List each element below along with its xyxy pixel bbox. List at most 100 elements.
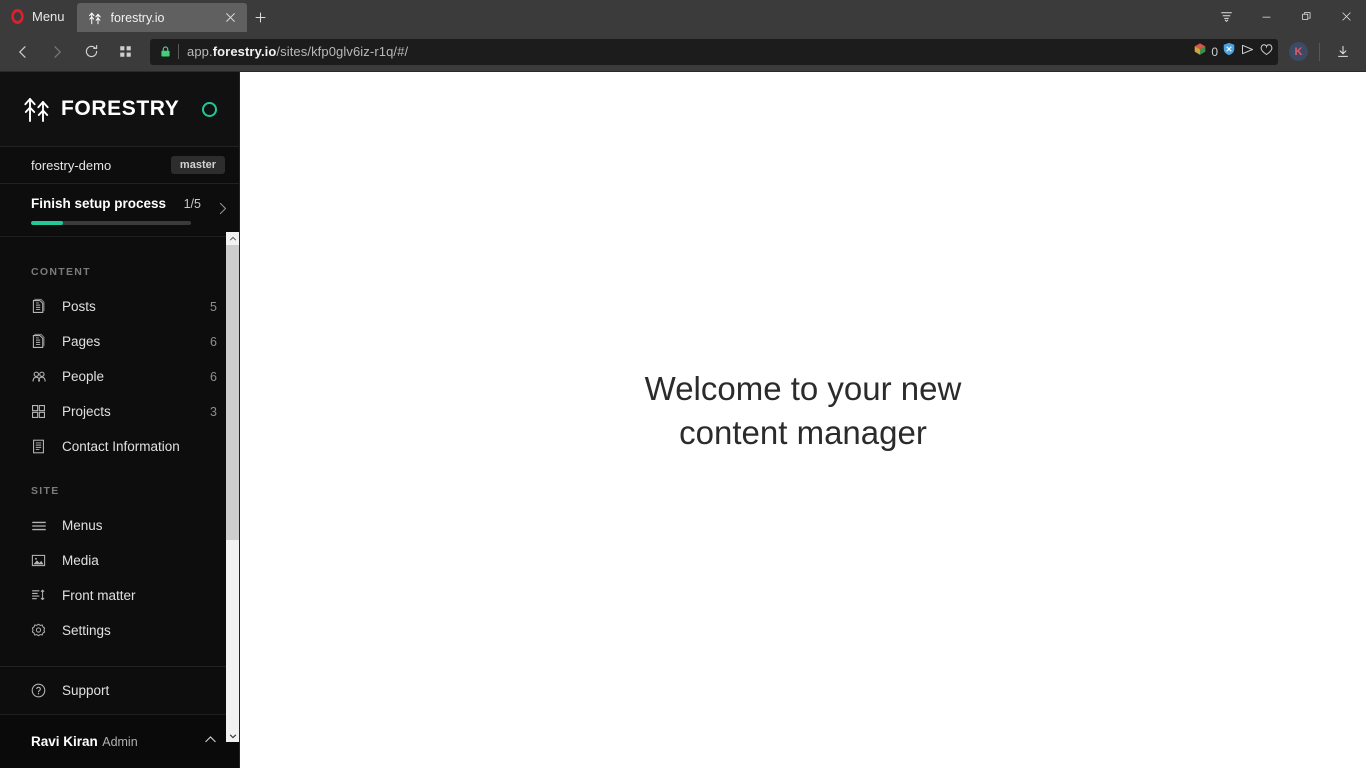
sidebar-nav: CONTENT Posts 5 Pages 6 People 6 Project…: [0, 237, 239, 666]
browser-profile-avatar[interactable]: K: [1289, 42, 1308, 61]
window-extra-menu-button[interactable]: [1206, 0, 1246, 32]
setup-progress-row[interactable]: Finish setup process 1/5: [0, 184, 239, 237]
grid-squares-icon: [29, 402, 48, 421]
new-tab-button[interactable]: [247, 3, 275, 32]
welcome-heading: Welcome to your new content manager: [645, 367, 962, 454]
forestry-tree-icon: [88, 10, 103, 25]
toolbar-separator: [1319, 42, 1320, 61]
sidebar-item-settings[interactable]: Settings: [0, 613, 239, 648]
welcome-line-2: content manager: [679, 413, 927, 451]
welcome-line-1: Welcome to your new: [644, 370, 962, 407]
sidebar-item-count: 6: [210, 369, 217, 384]
sidebar-item-count: 6: [210, 334, 217, 349]
branch-badge[interactable]: master: [170, 156, 225, 174]
sort-lines-icon: [29, 586, 48, 605]
opera-menu-button[interactable]: Menu: [0, 0, 77, 32]
scrollbar-down-button[interactable]: [226, 729, 239, 742]
sidebar-item-count: 3: [210, 404, 217, 419]
window-close-button[interactable]: [1326, 0, 1366, 32]
sidebar-item-label: Media: [62, 553, 99, 568]
sidebar-item-label: Settings: [62, 623, 111, 638]
opera-menu-label: Menu: [32, 8, 65, 24]
window-minimize-button[interactable]: [1246, 0, 1286, 32]
send-icon[interactable]: [1240, 42, 1255, 62]
chevron-right-icon[interactable]: [42, 37, 72, 67]
sidebar-brand[interactable]: FORESTRY: [0, 72, 239, 146]
setup-progress-text: 1/5: [183, 197, 201, 211]
window-controls: [1206, 0, 1366, 32]
download-icon[interactable]: [1328, 37, 1358, 67]
window-maximize-button[interactable]: [1286, 0, 1326, 32]
sidebar-item-posts[interactable]: Posts 5: [0, 289, 239, 324]
site-selector-row[interactable]: forestry-demo master: [0, 146, 239, 184]
reload-icon[interactable]: [76, 37, 106, 67]
nav-group-title-content: CONTENT: [31, 266, 91, 278]
sidebar-item-contact-information[interactable]: Contact Information: [0, 429, 239, 464]
opera-o-icon: [11, 8, 24, 24]
document-copy-icon: [29, 297, 48, 316]
image-icon: [29, 551, 48, 570]
sidebar-item-label: Pages: [62, 334, 101, 349]
adblock-shield-icon[interactable]: [1222, 42, 1236, 61]
sidebar-item-count: 5: [210, 299, 217, 314]
document-lines-icon: [29, 437, 48, 456]
browser-tab-forestry[interactable]: forestry.io: [76, 3, 247, 32]
user-meta: Ravi Kiran Admin: [31, 733, 202, 751]
blocked-count: 0: [1211, 44, 1218, 59]
setup-label: Finish setup process: [31, 196, 167, 211]
gear-icon: [29, 621, 48, 640]
address-separator: [178, 44, 179, 59]
nav-group-title-site: SITE: [31, 485, 60, 497]
chevron-up-icon[interactable]: [202, 731, 219, 752]
question-circle-icon: [29, 681, 48, 700]
sidebar-item-label: Front matter: [62, 588, 136, 603]
forestry-tree-icon: [22, 94, 52, 124]
browser-toolbar: app.forestry.io/sites/kfp0glv6iz-r1q/#/ …: [0, 32, 1366, 72]
hamburger-icon: [29, 516, 48, 535]
document-copy-icon: [29, 332, 48, 351]
sidebar-item-label: People: [62, 369, 105, 384]
address-bar[interactable]: app.forestry.io/sites/kfp0glv6iz-r1q/#/ …: [150, 38, 1278, 65]
sidebar-item-media[interactable]: Media: [0, 543, 239, 578]
heart-icon[interactable]: [1259, 42, 1274, 62]
page-viewport: FORESTRY forestry-demo master Finish set…: [0, 72, 1366, 768]
scrollbar-up-button[interactable]: [226, 232, 239, 245]
sidebar-item-menus[interactable]: Menus: [0, 508, 239, 543]
support-label: Support: [62, 683, 110, 698]
user-name: Ravi Kiran: [31, 733, 98, 749]
close-icon[interactable]: [221, 8, 241, 28]
scrollbar-thumb[interactable]: [226, 245, 239, 540]
sidebar-scrollbar[interactable]: [226, 232, 239, 742]
tab-title: forestry.io: [110, 10, 165, 25]
user-role: Admin: [102, 734, 138, 749]
brand-name: FORESTRY: [61, 97, 180, 120]
people-icon: [29, 367, 48, 386]
setup-progress-fill: [31, 221, 63, 225]
sidebar-item-projects[interactable]: Projects 3: [0, 394, 239, 429]
3d-cube-icon[interactable]: [1193, 42, 1207, 61]
speed-dial-grid-icon[interactable]: [110, 37, 140, 67]
main-content: Welcome to your new content manager: [240, 72, 1366, 768]
sidebar-item-front-matter[interactable]: Front matter: [0, 578, 239, 613]
url-text: app.forestry.io/sites/kfp0glv6iz-r1q/#/: [187, 44, 409, 59]
site-name: forestry-demo: [31, 157, 112, 173]
lock-icon[interactable]: [154, 45, 176, 58]
sidebar-item-label: Contact Information: [62, 439, 180, 454]
sidebar-item-people[interactable]: People 6: [0, 359, 239, 394]
sidebar-user-row[interactable]: Ravi Kiran Admin: [0, 714, 239, 768]
chevron-right-icon[interactable]: [214, 200, 231, 221]
nav-group-gap: [0, 464, 239, 485]
sidebar-item-label: Menus: [62, 518, 103, 533]
browser-window: Menu forestry.io app.forestry.io/sites/k…: [0, 0, 1366, 768]
sidebar-item-pages[interactable]: Pages 6: [0, 324, 239, 359]
setup-progress-track: [31, 221, 191, 225]
chevron-left-icon[interactable]: [8, 37, 38, 67]
sidebar-item-label: Posts: [62, 299, 96, 314]
sidebar-item-label: Projects: [62, 404, 111, 419]
address-bar-actions: 0: [1193, 39, 1274, 65]
status-ring-icon: [202, 101, 217, 117]
sidebar-item-support[interactable]: Support: [0, 666, 239, 714]
app-sidebar: FORESTRY forestry-demo master Finish set…: [0, 72, 240, 768]
tab-strip: Menu forestry.io: [0, 0, 1366, 32]
setup-line: Finish setup process 1/5: [31, 196, 225, 211]
